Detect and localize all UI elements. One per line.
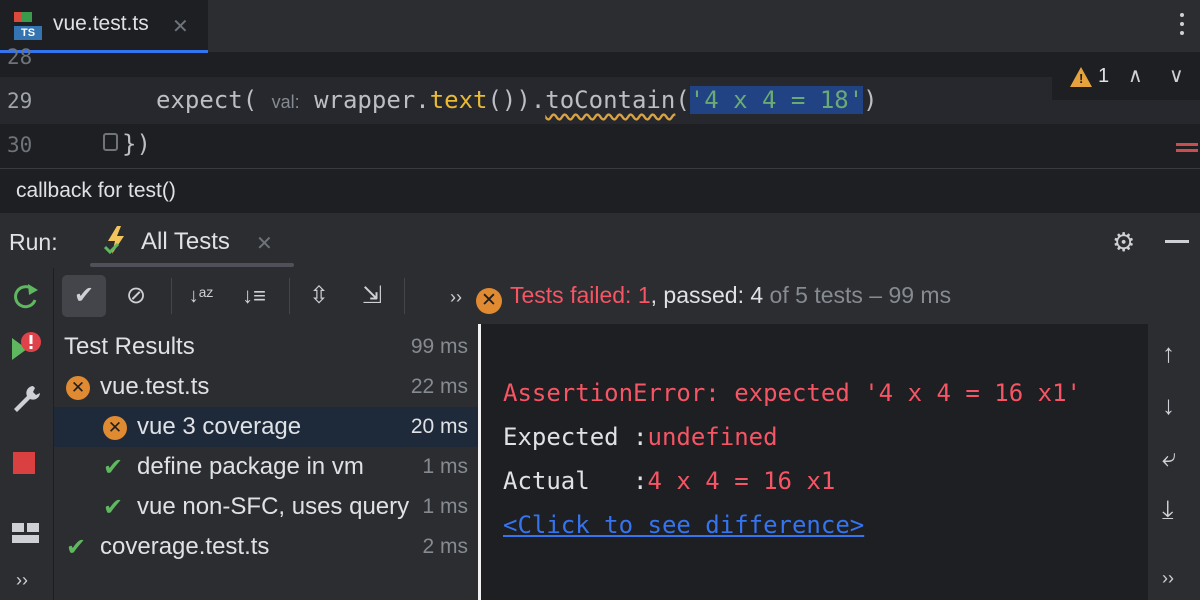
wrench-icon[interactable] (9, 382, 43, 416)
passed-icon: ✔ (103, 453, 123, 482)
sort-alphabetically-button[interactable]: ↓ᵃᶻ (179, 275, 223, 317)
code-editor[interactable]: 28 29 expect( val: wrapper.text()).toCon… (0, 53, 1200, 168)
code-line-30: }) (122, 130, 151, 158)
expand-all-button[interactable]: ⇳ (297, 275, 341, 317)
next-highlight-icon[interactable]: ∨ (1169, 63, 1184, 88)
see-difference-link[interactable]: <Click to see difference> (503, 511, 864, 539)
tree-root[interactable]: Test Results 99 ms (54, 327, 478, 367)
test-status: ››✕Tests failed: 1, passed: 4 of 5 tests… (450, 282, 951, 314)
tree-item-coverage-test-ts[interactable]: ✔ coverage.test.ts 2 ms (54, 527, 478, 567)
layout-icon[interactable] (9, 516, 43, 550)
gear-icon[interactable]: ⚙ (1112, 227, 1135, 258)
minimize-icon[interactable] (1165, 240, 1189, 243)
show-ignored-button[interactable]: ⊘ (114, 275, 158, 317)
sort-by-duration-button[interactable]: ↓≡ (232, 275, 276, 317)
tree-item-vue-3-coverage[interactable]: ✕ vue 3 coverage 20 ms (54, 407, 478, 447)
test-results-tree: Test Results 99 ms ✕ vue.test.ts 22 ms ✕… (54, 324, 478, 600)
passed-icon: ✔ (103, 493, 123, 522)
stop-icon[interactable] (13, 452, 35, 474)
scroll-to-end-icon[interactable]: ⤓ (1162, 494, 1174, 526)
test-toolbar: ✔ ⊘ ↓ᵃᶻ ↓≡ ⇳ ⇲ ››✕Tests failed: 1, passe… (54, 268, 1200, 324)
more-options-icon[interactable] (1180, 13, 1186, 40)
actual-line: Actual :4 x 4 = 16 x1 (503, 467, 835, 495)
more-actions-icon[interactable]: ›› (1162, 568, 1174, 589)
error-stripe-mark[interactable] (1176, 143, 1198, 146)
run-side-toolbar: ›› (0, 268, 54, 600)
run-tool-window-header: Run: All Tests ✕ ⚙ (0, 213, 1200, 268)
assertion-error: AssertionError: expected '4 x 4 = 16 x1' (503, 379, 1081, 407)
chevron-icon[interactable]: ›› (450, 287, 462, 307)
previous-highlight-icon[interactable]: ∧ (1128, 63, 1143, 88)
inspection-widget: ! 1 ∧ ∨ (1052, 53, 1200, 100)
failed-icon: ✕ (476, 288, 502, 314)
failed-icon: ✕ (66, 376, 90, 400)
tree-item-vue-non-sfc[interactable]: ✔ vue non-SFC, uses query 1 ms (54, 487, 478, 527)
close-run-tab-icon[interactable]: ✕ (256, 231, 273, 256)
tab-title: vue.test.ts (53, 12, 149, 36)
show-passed-button[interactable]: ✔ (62, 275, 106, 317)
collapse-all-button[interactable]: ⇲ (350, 275, 394, 317)
rerun-failed-icon[interactable] (9, 330, 43, 364)
tree-item-vue-test-ts[interactable]: ✕ vue.test.ts 22 ms (54, 367, 478, 407)
console-toolbar: ↑ ↓ ⤶ ⤓ ›› (1148, 324, 1200, 600)
fold-icon[interactable] (103, 133, 118, 151)
breadcrumb-item[interactable]: callback for test() (16, 179, 176, 203)
arrow-down-icon[interactable]: ↓ (1162, 390, 1175, 421)
code-line-29: expect( val: wrapper.text()).toContain('… (156, 86, 878, 114)
tab-all-tests[interactable]: All Tests (141, 228, 230, 256)
arrow-up-icon[interactable]: ↑ (1162, 338, 1175, 369)
rerun-icon[interactable] (9, 280, 43, 314)
warning-icon: ! (1070, 67, 1092, 87)
test-run-icon (104, 225, 132, 255)
passed-icon: ✔ (66, 533, 86, 562)
failed-icon: ✕ (103, 416, 127, 440)
error-stripe-mark[interactable] (1176, 149, 1198, 152)
typescript-file-icon: TS (14, 12, 42, 40)
breadcrumb: callback for test() (0, 168, 1200, 213)
console-output[interactable]: AssertionError: expected '4 x 4 = 16 x1'… (481, 324, 1148, 600)
close-tab-icon[interactable]: ✕ (172, 14, 189, 39)
warning-count: 1 (1098, 65, 1109, 88)
soft-wrap-icon[interactable]: ⤶ (1162, 442, 1177, 474)
active-tab-indicator (90, 263, 294, 267)
more-actions-icon[interactable]: ›› (16, 570, 28, 591)
run-label: Run: (9, 229, 58, 256)
tree-item-define-package[interactable]: ✔ define package in vm 1 ms (54, 447, 478, 487)
expected-line: Expected :undefined (503, 423, 778, 451)
parameter-hint: val: (272, 92, 300, 112)
editor-tab-bar: TS vue.test.ts ✕ (0, 0, 1200, 53)
